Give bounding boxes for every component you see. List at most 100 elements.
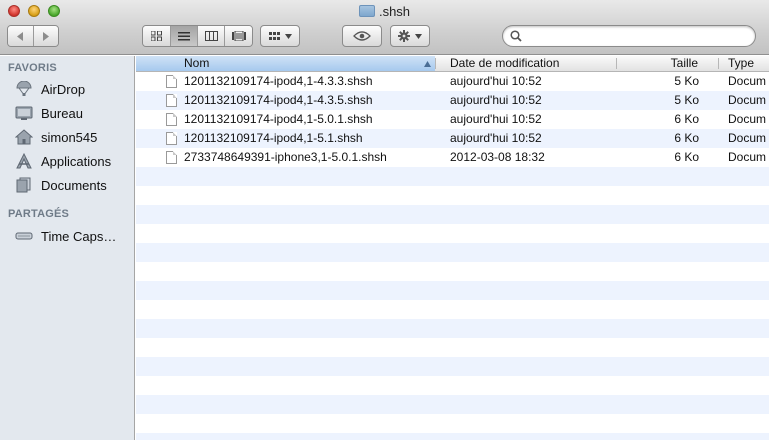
- dropdown-arrow-icon: [284, 33, 292, 39]
- empty-row: [136, 300, 769, 319]
- coverflow-view-button[interactable]: [225, 26, 252, 46]
- list-view-button[interactable]: [171, 26, 198, 46]
- column-divider[interactable]: [718, 58, 719, 69]
- column-header-date[interactable]: Date de modification: [450, 56, 610, 71]
- file-name: 1201132109174-ipod4,1-5.0.1.shsh: [184, 112, 373, 126]
- arrange-button[interactable]: [260, 25, 300, 47]
- file-date: aujourd'hui 10:52: [450, 74, 542, 88]
- documents-icon: [14, 177, 34, 193]
- time-capsule-icon: [14, 228, 34, 244]
- column-header-type-label: Type: [728, 56, 755, 70]
- document-icon: [166, 113, 177, 126]
- file-date: aujourd'hui 10:52: [450, 131, 542, 145]
- file-size: 5 Ko: [674, 74, 699, 88]
- quicklook-button[interactable]: [342, 25, 382, 47]
- empty-row: [136, 262, 769, 281]
- applications-icon: [14, 153, 34, 169]
- action-button[interactable]: [390, 25, 430, 47]
- empty-row: [136, 205, 769, 224]
- table-row[interactable]: 1201132109174-ipod4,1-5.0.1.shsh aujourd…: [136, 110, 769, 129]
- back-button[interactable]: [8, 26, 34, 46]
- sidebar-section-favorites: FAVORIS: [8, 62, 57, 74]
- column-view-button[interactable]: [198, 26, 225, 46]
- document-icon: [166, 75, 177, 88]
- file-date: aujourd'hui 10:52: [450, 112, 542, 126]
- empty-row: [136, 319, 769, 338]
- desktop-icon: [14, 105, 34, 121]
- file-name: 1201132109174-ipod4,1-4.3.3.shsh: [184, 74, 373, 88]
- file-type: Docum: [728, 93, 767, 107]
- window-title-area: .shsh: [0, 4, 769, 19]
- dropdown-arrow-icon: [415, 33, 422, 39]
- empty-row: [136, 376, 769, 395]
- column-header-size-label: Taille: [670, 56, 698, 70]
- file-size: 5 Ko: [674, 93, 699, 107]
- file-date: aujourd'hui 10:52: [450, 93, 542, 107]
- sidebar-item-label: simon545: [41, 129, 98, 145]
- search-field[interactable]: [502, 25, 756, 47]
- column-header-type[interactable]: Type: [728, 56, 768, 71]
- file-type: Docum: [728, 74, 767, 88]
- table-row[interactable]: 2733748649391-iphone3,1-5.0.1.shsh 2012-…: [136, 148, 769, 167]
- empty-row: [136, 186, 769, 205]
- file-date: 2012-03-08 18:32: [450, 150, 545, 164]
- empty-row: [136, 224, 769, 243]
- back-forward-control: [7, 25, 59, 47]
- sidebar-item-applications[interactable]: Applications: [14, 150, 111, 172]
- columns-icon: [204, 31, 218, 41]
- gear-icon: [398, 30, 410, 42]
- sidebar-item-label: Documents: [41, 177, 107, 193]
- empty-row: [136, 338, 769, 357]
- search-icon: [510, 30, 522, 42]
- sidebar-item-documents[interactable]: Documents: [14, 174, 107, 196]
- column-header-name[interactable]: Nom: [136, 56, 435, 71]
- empty-row: [136, 357, 769, 376]
- list-icon: [178, 31, 190, 40]
- file-rows: 1201132109174-ipod4,1-4.3.3.shsh aujourd…: [136, 72, 769, 440]
- window-title: .shsh: [378, 4, 411, 19]
- column-header-size[interactable]: Taille: [618, 56, 698, 71]
- file-size: 6 Ko: [674, 112, 699, 126]
- sidebar-section-shared: PARTAGÉS: [8, 208, 70, 220]
- sidebar-item-label: Bureau: [41, 105, 83, 121]
- file-type: Docum: [728, 131, 767, 145]
- view-mode-control: [142, 25, 253, 47]
- icon-view-button[interactable]: [143, 26, 171, 46]
- empty-row: [136, 243, 769, 262]
- sidebar-item-label: Applications: [41, 153, 112, 169]
- grid-arrange-icon: [268, 31, 280, 40]
- file-name: 1201132109174-ipod4,1-4.3.5.shsh: [184, 93, 373, 107]
- sidebar-item-airdrop[interactable]: AirDrop: [14, 78, 85, 100]
- table-row[interactable]: 1201132109174-ipod4,1-5.1.shsh aujourd'h…: [136, 129, 769, 148]
- file-name: 1201132109174-ipod4,1-5.1.shsh: [184, 131, 363, 145]
- grid-icon: [151, 31, 162, 41]
- empty-row: [136, 395, 769, 414]
- airdrop-icon: [14, 81, 34, 97]
- sidebar: FAVORIS AirDrop Bureau simon545 Applicat…: [0, 56, 135, 440]
- sidebar-item-home[interactable]: simon545: [14, 126, 97, 148]
- window-toolbar: .shsh: [0, 0, 769, 55]
- coverflow-icon: [231, 31, 246, 41]
- forward-button[interactable]: [33, 26, 58, 46]
- empty-row: [136, 281, 769, 300]
- column-header-name-label: Nom: [184, 56, 210, 70]
- sidebar-item-label: AirDrop: [41, 81, 86, 97]
- eye-icon: [353, 31, 371, 41]
- sidebar-item-bureau[interactable]: Bureau: [14, 102, 83, 124]
- column-divider[interactable]: [616, 58, 617, 69]
- chevron-right-icon: [42, 31, 49, 41]
- document-icon: [166, 94, 177, 107]
- empty-row: [136, 167, 769, 186]
- sidebar-item-time-capsule[interactable]: Time Caps…: [14, 225, 116, 247]
- table-row[interactable]: 1201132109174-ipod4,1-4.3.3.shsh aujourd…: [136, 72, 769, 91]
- file-size: 6 Ko: [674, 131, 699, 145]
- table-row[interactable]: 1201132109174-ipod4,1-4.3.5.shsh aujourd…: [136, 91, 769, 110]
- file-name: 2733748649391-iphone3,1-5.0.1.shsh: [184, 150, 387, 164]
- file-size: 6 Ko: [674, 150, 699, 164]
- file-list: Nom Date de modification Taille Type 120…: [136, 56, 769, 440]
- sidebar-item-label: Time Caps…: [41, 228, 117, 244]
- home-icon: [14, 129, 34, 145]
- search-input[interactable]: [525, 28, 747, 44]
- column-divider[interactable]: [435, 58, 436, 69]
- column-header-date-label: Date de modification: [450, 56, 560, 70]
